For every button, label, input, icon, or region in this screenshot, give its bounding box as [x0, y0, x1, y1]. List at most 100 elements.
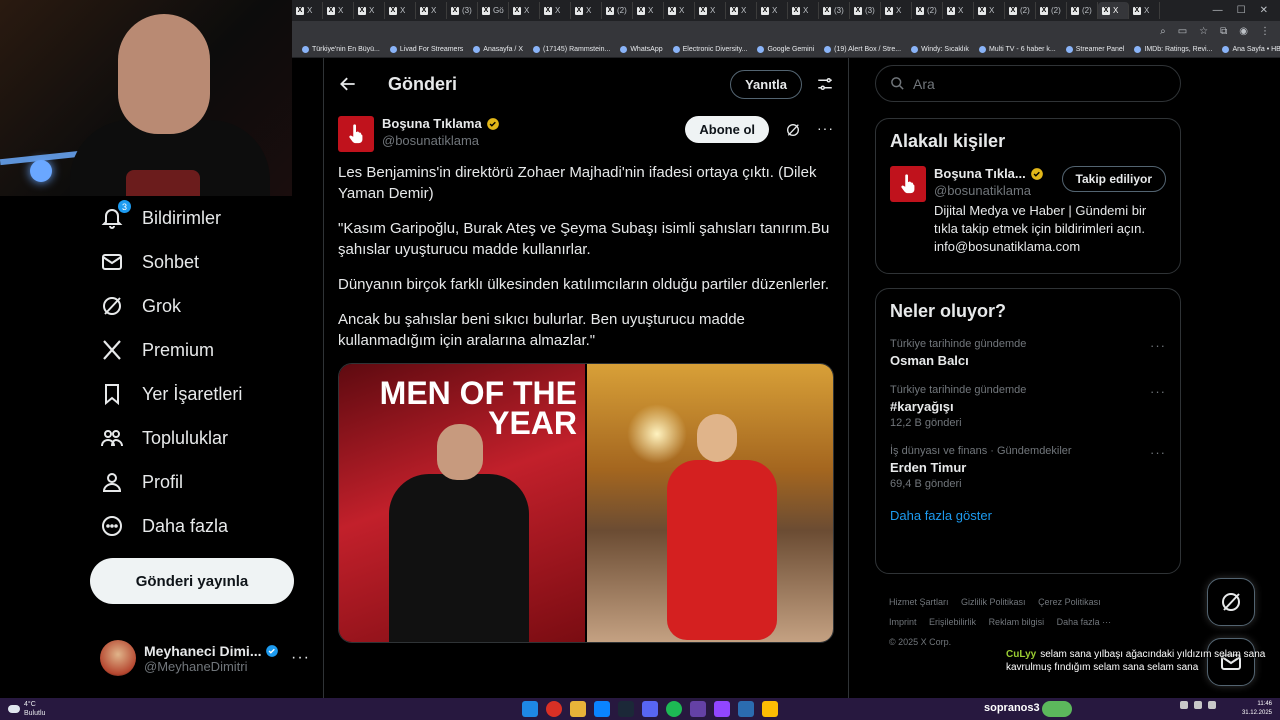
browser-tab[interactable]: XX — [571, 2, 602, 19]
footer-link[interactable]: Reklam bilgisi — [989, 617, 1045, 627]
back-arrow-icon[interactable] — [338, 74, 358, 94]
browser-tab[interactable]: XX — [354, 2, 385, 19]
nav-item-more[interactable]: Daha fazla — [90, 504, 310, 548]
maximize-icon[interactable]: ☐ — [1237, 5, 1246, 16]
bookmark-item[interactable]: Türkiye'nin En Büyü... — [302, 46, 380, 53]
browser-tab[interactable]: XX — [540, 2, 571, 19]
close-window-icon[interactable]: ✕ — [1260, 5, 1268, 16]
more-icon[interactable]: ··· — [1150, 338, 1166, 353]
file-explorer-icon[interactable] — [570, 701, 586, 717]
footer-link[interactable]: Erişilebilirlik — [929, 617, 976, 627]
author-handle[interactable]: @bosunatiklama — [382, 133, 500, 148]
spotify-icon[interactable] — [666, 701, 682, 717]
chrome-icon[interactable] — [546, 701, 562, 717]
following-button[interactable]: Takip ediliyor — [1061, 166, 1166, 192]
nav-item-profile[interactable]: Profil — [90, 460, 310, 504]
bookmark-item[interactable]: Google Gemini — [757, 46, 814, 53]
profile-menu-icon[interactable]: ◉ — [1239, 26, 1248, 37]
star-icon[interactable]: ☆ — [1199, 26, 1208, 37]
account-switcher[interactable]: Meyhaneci Dimi... @MeyhaneDimitri ··· — [100, 636, 310, 680]
trend-item[interactable]: Türkiye tarihinde gündemde #karyağışı 12… — [890, 384, 1166, 429]
tray-chevron-icon[interactable] — [1180, 701, 1188, 709]
related-handle[interactable]: @bosunatiklama — [934, 183, 1044, 198]
browser-tab[interactable]: X (2) — [1005, 2, 1036, 19]
browser-tab[interactable]: X (2) — [1067, 2, 1098, 19]
author-avatar[interactable] — [338, 116, 374, 152]
browser-tab[interactable]: XX — [695, 2, 726, 19]
browser-tab[interactable]: XX — [726, 2, 757, 19]
app-icon[interactable] — [762, 701, 778, 717]
clock[interactable]: 11:46 31.12.2025 — [1242, 700, 1272, 718]
grok-fab[interactable] — [1207, 578, 1255, 626]
footer-link[interactable]: Daha fazla ··· — [1057, 617, 1112, 627]
browser-tab[interactable]: XX — [633, 2, 664, 19]
show-more-link[interactable]: Daha fazla göster — [890, 508, 1166, 523]
nav-item-premium[interactable]: Premium — [90, 328, 310, 372]
bookmark-item[interactable]: IMDb: Ratings, Revi... — [1134, 46, 1212, 53]
related-name[interactable]: Boşuna Tıkla... — [934, 166, 1026, 181]
browser-tab[interactable]: XX — [1098, 2, 1129, 19]
browser-tab[interactable]: X (2) — [602, 2, 633, 19]
media-image-left[interactable]: MEN OF THE YEAR — [339, 364, 585, 642]
browser-tab[interactable]: XX — [416, 2, 447, 19]
app-icon[interactable] — [594, 701, 610, 717]
browser-tab[interactable]: XX — [788, 2, 819, 19]
bookmark-item[interactable]: Anasayfa / X — [473, 46, 523, 53]
browser-tab[interactable]: XX — [323, 2, 354, 19]
network-icon[interactable] — [1194, 701, 1202, 709]
footer-link[interactable]: Çerez Politikası — [1038, 597, 1101, 607]
filter-icon[interactable] — [816, 75, 834, 93]
nav-item-communities[interactable]: Topluluklar — [90, 416, 310, 460]
browser-tab[interactable]: X Gö — [478, 2, 509, 19]
browser-tab[interactable]: XX — [757, 2, 788, 19]
nav-item-bookmarks[interactable]: Yer İşaretleri — [90, 372, 310, 416]
browser-tab[interactable]: XX — [881, 2, 912, 19]
browser-tab[interactable]: XX — [943, 2, 974, 19]
bookmark-item[interactable]: Electronic Diversity... — [672, 46, 747, 53]
search-input[interactable] — [913, 75, 1153, 92]
app-icon[interactable] — [738, 701, 754, 717]
system-tray[interactable] — [1180, 701, 1216, 709]
browser-tab[interactable]: X (2) — [1036, 2, 1067, 19]
browser-tab[interactable]: XX — [1129, 2, 1160, 19]
related-avatar[interactable] — [890, 166, 926, 202]
twitch-icon[interactable] — [714, 701, 730, 717]
menu-icon[interactable]: ⋮ — [1260, 26, 1270, 37]
browser-tab[interactable]: X (3) — [447, 2, 478, 19]
subscribe-button[interactable]: Abone ol — [685, 116, 769, 143]
minimize-icon[interactable]: — — [1213, 5, 1223, 16]
extensions-icon[interactable]: ⧉ — [1220, 26, 1227, 37]
grok-icon[interactable] — [785, 122, 801, 138]
cast-icon[interactable]: ▭ — [1178, 26, 1187, 37]
trend-item[interactable]: Türkiye tarihinde gündemde Osman Balcı ·… — [890, 338, 1166, 368]
more-icon[interactable]: ··· — [1150, 445, 1166, 460]
zoom-icon[interactable]: ⌕ — [1160, 26, 1166, 37]
more-icon[interactable]: ··· — [817, 120, 834, 136]
bookmark-item[interactable]: (19) Alert Box / Stre... — [824, 46, 901, 53]
steam-icon[interactable] — [618, 701, 634, 717]
media-image-right[interactable] — [587, 364, 833, 642]
bookmark-item[interactable]: Multi TV - 6 haber k... — [978, 46, 1056, 53]
browser-tab[interactable]: X (3) — [850, 2, 881, 19]
more-icon[interactable]: ··· — [1150, 384, 1166, 399]
nav-item-chat[interactable]: Sohbet — [90, 240, 310, 284]
weather-widget[interactable]: 4°C Bulutlu — [0, 700, 120, 718]
footer-link[interactable]: Imprint — [889, 617, 917, 627]
bookmark-item[interactable]: Ana Sayfa • HBO Max — [1222, 46, 1280, 53]
bookmark-item[interactable]: Livad For Streamers — [389, 46, 463, 53]
bookmark-item[interactable]: Streamer Panel — [1065, 46, 1124, 53]
discord-icon[interactable] — [642, 701, 658, 717]
tweet-media[interactable]: MEN OF THE YEAR — [338, 363, 834, 643]
footer-link[interactable]: Gizlilik Politikası — [961, 597, 1026, 607]
nav-item-grok[interactable]: Grok — [90, 284, 310, 328]
more-icon[interactable]: ··· — [291, 649, 310, 667]
browser-tab[interactable]: XX — [664, 2, 695, 19]
browser-tab[interactable]: X (2) — [912, 2, 943, 19]
author-name[interactable]: Boşuna Tıklama — [382, 116, 482, 131]
volume-icon[interactable] — [1208, 701, 1216, 709]
bookmark-item[interactable]: Windy: Sıcaklık — [911, 46, 969, 53]
browser-tab[interactable]: X (3) — [819, 2, 850, 19]
trend-item[interactable]: İş dünyası ve finans · Gündemdekiler Erd… — [890, 445, 1166, 490]
related-person[interactable]: Boşuna Tıkla... @bosunatiklama Takip edi… — [890, 166, 1166, 256]
bookmark-item[interactable]: WhatsApp — [620, 46, 663, 53]
